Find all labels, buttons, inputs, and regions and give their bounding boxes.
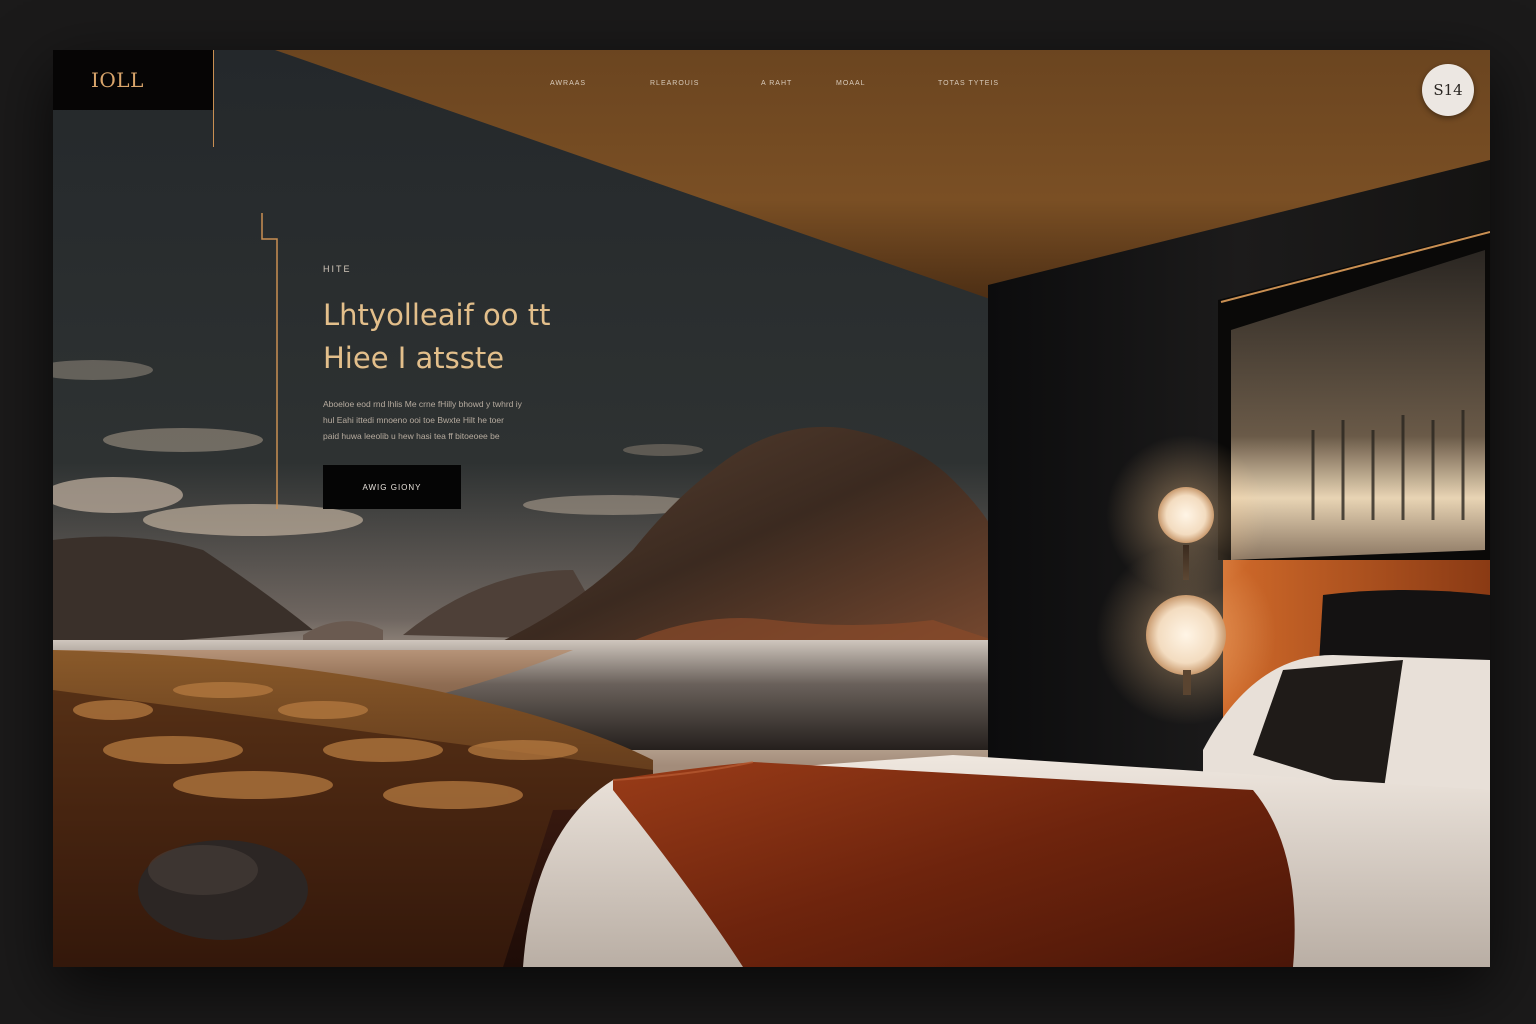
nav-item-2[interactable]: RLEAROUIS [650,80,699,87]
hero-eyebrow: HITE [323,264,352,274]
circle-badge-icon[interactable]: S14 [1422,64,1474,116]
hero-frame: IOLL AWRAAS RLEAROUIS A RAHT MOAAL TOTAS… [53,50,1490,967]
nav-item-1[interactable]: AWRAAS [550,80,586,87]
nav-item-4[interactable]: MOAAL [836,80,866,87]
hero-description-line-2: hul Eahi ittedi mnoeno ooi toe Bwxte Hil… [323,415,504,425]
badge-text: S14 [1433,81,1463,99]
logo-divider [213,50,214,147]
hero-cta-button[interactable]: AWIG GIONY [323,465,461,509]
bracket-line-accent-icon [261,213,278,509]
nav-item-3[interactable]: A RAHT [761,80,792,87]
hero-description: Aboeloe eod rnd lhlis Me crne fHilly bho… [323,396,603,444]
hero-headline: Lhtyolleaif oo tt Hiee I atsste [323,294,623,380]
hero-content: HITE Lhtyolleaif oo tt Hiee I atsste Abo… [323,264,623,444]
hero-description-line-1: Aboeloe eod rnd lhlis Me crne fHilly bho… [323,399,522,409]
hero-description-line-3: paid huwa leeolib u hew hasi tea ff bito… [323,431,500,441]
hero-headline-line-2: Hiee I atsste [323,341,505,375]
nav-item-5[interactable]: TOTAS TYTEIS [938,80,999,87]
main-nav: AWRAAS RLEAROUIS A RAHT MOAAL TOTAS TYTE… [53,80,1490,96]
hero-headline-line-1: Lhtyolleaif oo tt [323,298,551,332]
